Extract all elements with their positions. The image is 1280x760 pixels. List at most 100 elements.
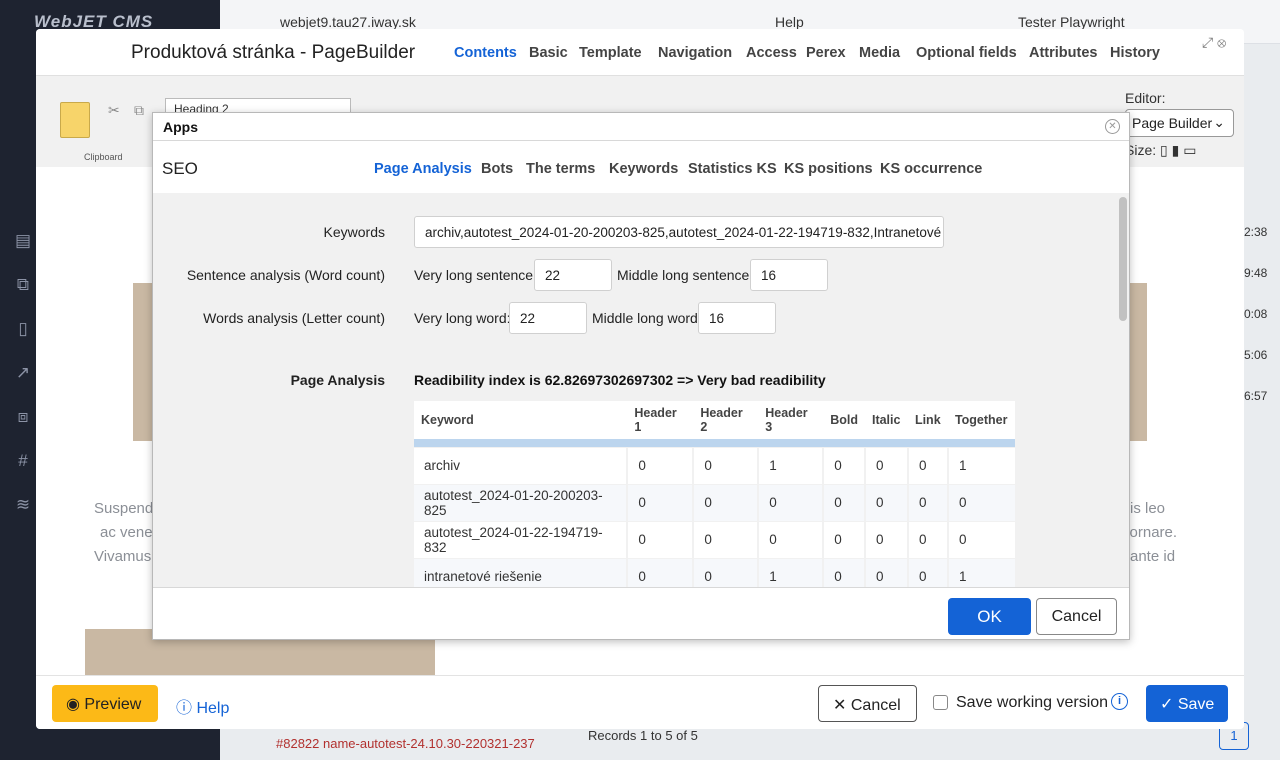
table-time: 5:06: [1244, 348, 1268, 362]
help-button[interactable]: ⓘ Help: [176, 694, 229, 718]
hash-icon[interactable]: #: [12, 450, 34, 472]
tab-template[interactable]: Template: [579, 45, 642, 61]
keywords-label: Keywords: [323, 224, 385, 240]
tab-attributes[interactable]: Attributes: [1029, 45, 1097, 61]
tab-keywords[interactable]: Keywords: [609, 161, 678, 177]
top-help-link[interactable]: Help: [775, 14, 804, 30]
domain-selector[interactable]: webjet9.tau27.iway.sk: [280, 14, 416, 30]
middle-long-word-input[interactable]: 16: [698, 302, 776, 334]
save-working-label: Save working version: [956, 694, 1109, 711]
editor-select[interactable]: Page Builder ⌄: [1125, 109, 1234, 137]
tab-page-analysis[interactable]: Page Analysis: [374, 161, 472, 177]
apps-titlebar: Apps ✕: [153, 113, 1129, 141]
table-row-link[interactable]: #82822 name-autotest-24.10.30-220321-237: [276, 736, 535, 751]
tab-basic[interactable]: Basic: [529, 45, 568, 61]
table-cell: 0: [864, 484, 909, 522]
column-header[interactable]: Bold: [823, 401, 865, 439]
editor-label: Editor:: [1125, 90, 1166, 106]
tab-history[interactable]: History: [1110, 45, 1160, 61]
phone-icon[interactable]: ▯: [1160, 142, 1168, 158]
tab-ks-positions[interactable]: KS positions: [784, 161, 873, 177]
tab-media[interactable]: Media: [859, 45, 900, 61]
chevron-down-icon: ⌄: [1213, 114, 1225, 130]
column-header[interactable]: Header 3: [758, 401, 824, 439]
tab-bots[interactable]: Bots: [481, 161, 513, 177]
ok-button[interactable]: OK: [948, 598, 1031, 635]
tab-ks-occurrence[interactable]: KS occurrence: [880, 161, 982, 177]
tab-the-terms[interactable]: The terms: [526, 161, 595, 177]
save-working-checkbox[interactable]: [933, 695, 948, 710]
table-cell: 0: [627, 484, 695, 522]
external-link-icon[interactable]: ↗: [12, 362, 34, 384]
table-cell: 0: [864, 558, 909, 587]
column-header[interactable]: Italic: [864, 401, 908, 439]
table-cell: 0: [758, 521, 825, 559]
close-icon[interactable]: ⊗: [1217, 34, 1226, 50]
file-icon[interactable]: ▯: [12, 318, 34, 340]
table-cell: 0: [947, 521, 1015, 559]
cancel-button[interactable]: ✕ Cancel: [818, 685, 917, 722]
copy-icon[interactable]: ⧉: [134, 102, 144, 119]
table-cell: archiv: [414, 447, 629, 485]
sentence-analysis-label: Sentence analysis (Word count): [186, 267, 385, 283]
table-cell: 0: [758, 484, 825, 522]
editor-header: Produktová stránka - PageBuilder Content…: [36, 29, 1244, 75]
keywords-input[interactable]: archiv,autotest_2024-01-20-200203-825,au…: [414, 216, 944, 248]
database-icon[interactable]: ≋: [12, 494, 34, 516]
table-row: intranetové riešenie 0 0 1 0 0 0 1: [414, 558, 1015, 587]
table-cell: 0: [864, 447, 909, 485]
apps-cancel-button[interactable]: Cancel: [1036, 598, 1117, 635]
user-menu[interactable]: Tester Playwright: [1018, 14, 1125, 30]
table-cell: 0: [693, 558, 760, 587]
close-icon[interactable]: ✕: [1105, 119, 1120, 134]
table-time: 9:48: [1244, 266, 1268, 280]
middle-long-word-label: Middle long word:: [592, 310, 702, 326]
tab-navigation[interactable]: Navigation: [658, 45, 732, 61]
editor-select-value: Page Builder: [1132, 115, 1213, 131]
table-cell: 0: [693, 484, 760, 522]
tab-optional-fields[interactable]: Optional fields: [916, 45, 1017, 61]
table-cell: 1: [947, 558, 1015, 587]
copy-icon[interactable]: ⧉: [12, 274, 34, 296]
content-text: is leo: [1130, 500, 1166, 517]
column-header[interactable]: Together: [947, 401, 1015, 439]
table-cell: 0: [907, 558, 949, 587]
apps-title: Apps: [163, 119, 198, 135]
maximize-icon[interactable]: ⤢: [1202, 34, 1213, 50]
column-header[interactable]: Header 1: [627, 401, 694, 439]
column-header[interactable]: Header 2: [693, 401, 759, 439]
seo-title: SEO: [162, 159, 198, 178]
scrollbar-thumb[interactable]: [1119, 197, 1127, 321]
tab-perex[interactable]: Perex: [806, 45, 846, 61]
tab-statistics-ks[interactable]: Statistics KS: [688, 161, 777, 177]
layers-icon[interactable]: ⧈: [12, 406, 34, 428]
pages-icon[interactable]: ▤: [12, 230, 34, 252]
paste-icon[interactable]: [60, 102, 90, 138]
table-cell: 0: [823, 447, 866, 485]
cut-icon[interactable]: ✂: [108, 102, 120, 119]
preview-button[interactable]: ◉ Preview: [52, 685, 158, 722]
table-cell: 0: [907, 484, 949, 522]
column-header[interactable]: Link: [907, 401, 948, 439]
save-button[interactable]: ✓ Save: [1146, 685, 1228, 722]
info-icon[interactable]: i: [1111, 693, 1128, 710]
very-long-sentence-input[interactable]: 22: [534, 259, 612, 291]
readability-index: Readibility index is 62.82697302697302 =…: [414, 372, 826, 388]
cancel-label: Cancel: [850, 697, 901, 714]
tab-access[interactable]: Access: [746, 45, 797, 61]
apps-footer: OK Cancel: [153, 587, 1129, 639]
middle-long-sentence-input[interactable]: 16: [750, 259, 828, 291]
table-time: 0:08: [1244, 307, 1268, 321]
desktop-icon[interactable]: ▭: [1183, 142, 1196, 158]
table-cell: 0: [627, 521, 695, 559]
column-header[interactable]: Keyword: [414, 401, 628, 439]
save-label: Save: [1177, 696, 1215, 713]
very-long-word-input[interactable]: 22: [509, 302, 587, 334]
very-long-sentence-label: Very long sentence:: [414, 267, 537, 283]
page-analysis-label: Page Analysis: [290, 372, 385, 388]
tab-contents[interactable]: Contents: [454, 45, 517, 61]
table-cell: 0: [907, 521, 949, 559]
keyword-analysis-table: Keyword Header 1 Header 2 Header 3 Bold …: [414, 401, 1015, 587]
tablet-icon[interactable]: ▮: [1172, 142, 1180, 158]
content-text: ante id: [1130, 548, 1176, 565]
